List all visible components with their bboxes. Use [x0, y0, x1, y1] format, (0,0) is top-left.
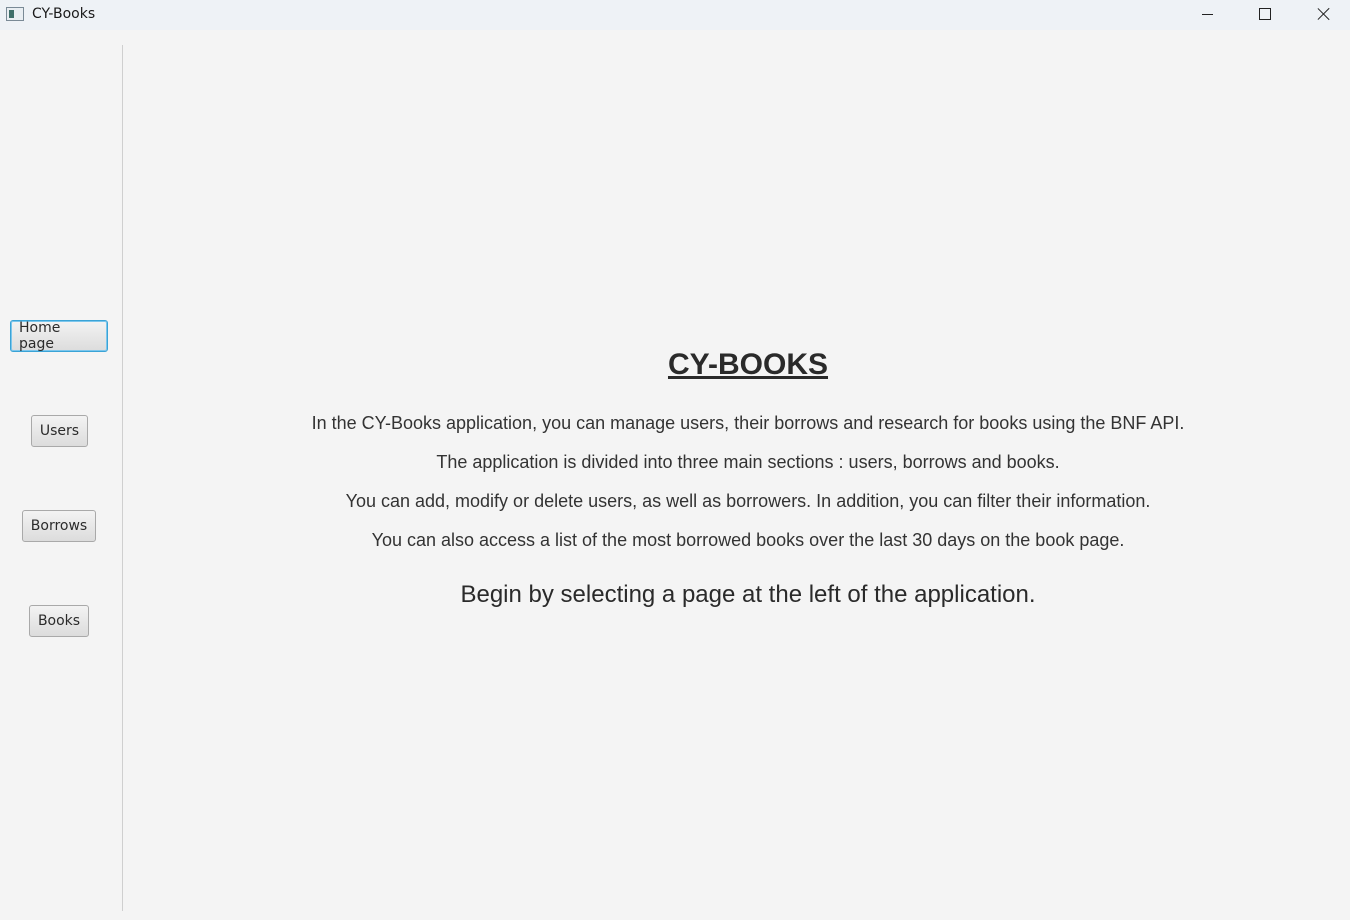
close-icon	[1317, 7, 1331, 21]
intro-paragraph-2: The application is divided into three ma…	[436, 452, 1060, 472]
main-content: CY-BOOKS In the CY-Books application, yo…	[123, 30, 1350, 920]
intro-paragraph-1: In the CY-Books application, you can man…	[311, 413, 1185, 433]
call-to-action-text: Begin by selecting a page at the left of…	[460, 581, 1036, 608]
window-title: CY-Books	[32, 6, 96, 22]
borrows-button[interactable]: Borrows	[22, 510, 96, 542]
intro-paragraph-3: You can add, modify or delete users, as …	[345, 491, 1151, 511]
maximize-icon	[1259, 8, 1271, 20]
users-button[interactable]: Users	[31, 415, 88, 447]
title-bar[interactable]: CY-Books	[0, 0, 1350, 30]
minimize-icon	[1202, 14, 1213, 15]
maximize-button[interactable]	[1236, 0, 1294, 30]
page-title: CY-BOOKS	[667, 348, 829, 381]
minimize-button[interactable]	[1178, 0, 1236, 30]
home-page-button[interactable]: Home page	[10, 320, 108, 352]
books-button[interactable]: Books	[29, 605, 89, 637]
close-button[interactable]	[1294, 0, 1350, 30]
app-window-icon	[6, 7, 24, 21]
sidebar	[0, 30, 122, 920]
intro-paragraph-4: You can also access a list of the most b…	[371, 530, 1125, 550]
app-window: CY-Books Home page Users Borrows Books C…	[0, 0, 1350, 920]
